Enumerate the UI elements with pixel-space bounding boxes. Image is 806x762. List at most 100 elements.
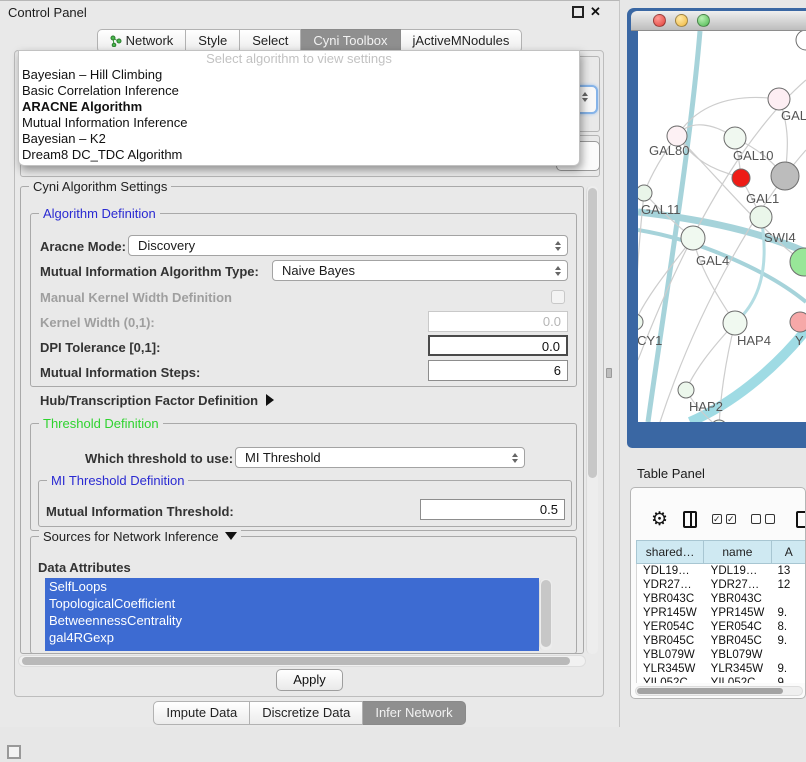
attribute-item-gal4rgexp[interactable]: gal4RGexp bbox=[45, 629, 539, 646]
column-header-name[interactable]: name bbox=[704, 540, 771, 564]
panel-splitter-handle[interactable] bbox=[606, 368, 612, 378]
settings-vertical-scrollbar[interactable] bbox=[586, 186, 598, 654]
aracne-mode-combo[interactable]: Discovery bbox=[128, 235, 568, 256]
columns-icon[interactable] bbox=[683, 511, 697, 528]
kernel-width-input[interactable]: 0.0 bbox=[428, 311, 568, 332]
table-cell bbox=[771, 592, 806, 606]
manual-kernel-width-label: Manual Kernel Width Definition bbox=[40, 290, 232, 305]
mi-steps-input[interactable]: 6 bbox=[428, 360, 568, 381]
table-horizontal-scrollbar[interactable] bbox=[635, 686, 803, 696]
float-window-icon[interactable] bbox=[572, 6, 584, 18]
attribute-item-topologicalcoefficient[interactable]: TopologicalCoefficient bbox=[45, 595, 539, 612]
table-cell bbox=[771, 648, 806, 662]
mi-threshold-input[interactable]: 0.5 bbox=[420, 499, 565, 520]
kernel-width-label: Kernel Width (0,1): bbox=[40, 315, 155, 330]
hub-definition-toggle[interactable]: Hub/Transcription Factor Definition bbox=[40, 393, 274, 408]
table-cell: YIL052C bbox=[705, 676, 772, 683]
tab-label: Infer Network bbox=[375, 705, 452, 720]
table-cell: YBR045C bbox=[705, 634, 772, 648]
scrollbar-thumb[interactable] bbox=[637, 688, 783, 694]
table-cell: 9. bbox=[771, 662, 806, 676]
network-node[interactable] bbox=[790, 248, 806, 276]
tab-impute-data[interactable]: Impute Data bbox=[153, 701, 250, 725]
scrollbar-thumb[interactable] bbox=[541, 580, 551, 647]
table-row[interactable]: YBR045CYBR045C9. bbox=[637, 634, 806, 648]
tab-infer-network[interactable]: Infer Network bbox=[363, 701, 465, 725]
attribute-item-betweennesscentrality[interactable]: BetweennessCentrality bbox=[45, 612, 539, 629]
algorithm-option-bayesian-hill-climbing[interactable]: Bayesian – Hill Climbing bbox=[19, 67, 579, 83]
mi-threshold-label: Mutual Information Threshold: bbox=[46, 504, 234, 519]
control-panel-window: Control Panel ✕ NetworkStyleSelectCyni T… bbox=[0, 0, 620, 727]
network-window-titlebar[interactable] bbox=[631, 11, 806, 31]
algorithm-option-dream8-dc-tdc-algorithm[interactable]: Dream8 DC_TDC Algorithm bbox=[19, 147, 579, 163]
network-node[interactable] bbox=[768, 88, 790, 110]
table-row[interactable]: YBL079WYBL079W bbox=[637, 648, 806, 662]
minimize-traffic-light-icon[interactable] bbox=[675, 14, 688, 27]
network-node[interactable] bbox=[711, 420, 727, 422]
sources-legend[interactable]: Sources for Network Inference bbox=[39, 529, 241, 544]
restore-panel-icon[interactable] bbox=[7, 745, 21, 759]
table-row[interactable]: YBR043CYBR043C bbox=[637, 592, 806, 606]
network-node[interactable] bbox=[750, 206, 772, 228]
which-threshold-combo[interactable]: MI Threshold bbox=[235, 447, 525, 468]
page-icon[interactable] bbox=[796, 511, 806, 528]
column-header-a[interactable]: A bbox=[772, 540, 806, 564]
table-row[interactable]: YER054CYER054C8. bbox=[637, 620, 806, 634]
gear-icon[interactable]: ⚙ bbox=[651, 510, 668, 529]
column-header-shared[interactable]: shared… bbox=[636, 540, 704, 564]
table-row[interactable]: YDL19…YDL19…13 bbox=[637, 564, 806, 578]
algorithm-option-basic-correlation-inference[interactable]: Basic Correlation Inference bbox=[19, 83, 579, 99]
node-label-swi4: SWI4 bbox=[764, 230, 796, 245]
algorithm-dropdown-popup: Select algorithm to view settings Bayesi… bbox=[18, 50, 580, 166]
table-cell: YDR27… bbox=[637, 578, 705, 592]
table-cell: YER054C bbox=[705, 620, 772, 634]
mi-algorithm-type-combo[interactable]: Naive Bayes bbox=[272, 260, 568, 281]
node-label-gcy1: GCY1 bbox=[638, 333, 662, 348]
network-node[interactable] bbox=[790, 312, 806, 332]
table-row[interactable]: YLR345WYLR345W9. bbox=[637, 662, 806, 676]
network-node[interactable] bbox=[723, 311, 747, 335]
close-traffic-light-icon[interactable] bbox=[653, 14, 666, 27]
network-node[interactable] bbox=[732, 169, 750, 187]
cyni-settings-legend: Cyni Algorithm Settings bbox=[29, 179, 171, 194]
attribute-item-selfloops[interactable]: SelfLoops bbox=[45, 578, 539, 595]
network-node[interactable] bbox=[724, 127, 746, 149]
algorithm-option-aracne-algorithm[interactable]: ARACNE Algorithm bbox=[19, 99, 579, 115]
select-all-icon[interactable]: ✓✓ bbox=[712, 514, 736, 524]
mi-threshold-legend: MI Threshold Definition bbox=[47, 473, 188, 488]
apply-button[interactable]: Apply bbox=[276, 669, 343, 691]
control-panel-title: Control Panel bbox=[8, 5, 87, 20]
table-cell: YDL19… bbox=[637, 564, 705, 578]
dpi-tolerance-input[interactable]: 0.0 bbox=[428, 335, 568, 356]
network-canvas[interactable]: GALGAL80GAL10GAL1GAL11SWI4GAL4GCY1HAP4YH… bbox=[638, 31, 806, 422]
table-cell: YBL079W bbox=[705, 648, 772, 662]
manual-kernel-width-checkbox[interactable] bbox=[551, 290, 565, 304]
deselect-all-icon[interactable] bbox=[751, 514, 775, 524]
table-row[interactable]: YPR145WYPR145W9. bbox=[637, 606, 806, 620]
network-node[interactable] bbox=[681, 226, 705, 250]
tab-label: Network bbox=[126, 33, 174, 48]
table-row[interactable]: YIL052CYIL052C9. bbox=[637, 676, 806, 683]
network-node[interactable] bbox=[638, 185, 652, 201]
data-attributes-list[interactable]: SelfLoopsTopologicalCoefficientBetweenne… bbox=[45, 578, 539, 651]
cyni-bottom-tabbar: Impute DataDiscretize Data Infer Network bbox=[0, 701, 619, 725]
data-attributes-label: Data Attributes bbox=[38, 560, 131, 575]
settings-horizontal-scrollbar[interactable] bbox=[18, 655, 586, 667]
network-node[interactable] bbox=[796, 31, 806, 50]
network-node[interactable] bbox=[771, 162, 799, 190]
network-node[interactable] bbox=[638, 314, 643, 330]
table-cell: YPR145W bbox=[705, 606, 772, 620]
tab-discretize-data[interactable]: Discretize Data bbox=[250, 701, 363, 725]
scrollbar-thumb[interactable] bbox=[588, 188, 597, 478]
network-node[interactable] bbox=[678, 382, 694, 398]
zoom-traffic-light-icon[interactable] bbox=[697, 14, 710, 27]
algorithm-option-bayesian-k2[interactable]: Bayesian – K2 bbox=[19, 131, 579, 147]
aracne-mode-label: Aracne Mode: bbox=[40, 239, 126, 254]
scrollbar-thumb[interactable] bbox=[22, 657, 570, 665]
table-row[interactable]: YDR27…YDR27…12 bbox=[637, 578, 806, 592]
network-icon bbox=[110, 35, 122, 47]
attributes-list-scrollbar[interactable] bbox=[539, 579, 552, 650]
close-window-icon[interactable]: ✕ bbox=[590, 6, 602, 18]
algorithm-option-mutual-information-inference[interactable]: Mutual Information Inference bbox=[19, 115, 579, 131]
tab-label: Cyni Toolbox bbox=[313, 33, 387, 48]
